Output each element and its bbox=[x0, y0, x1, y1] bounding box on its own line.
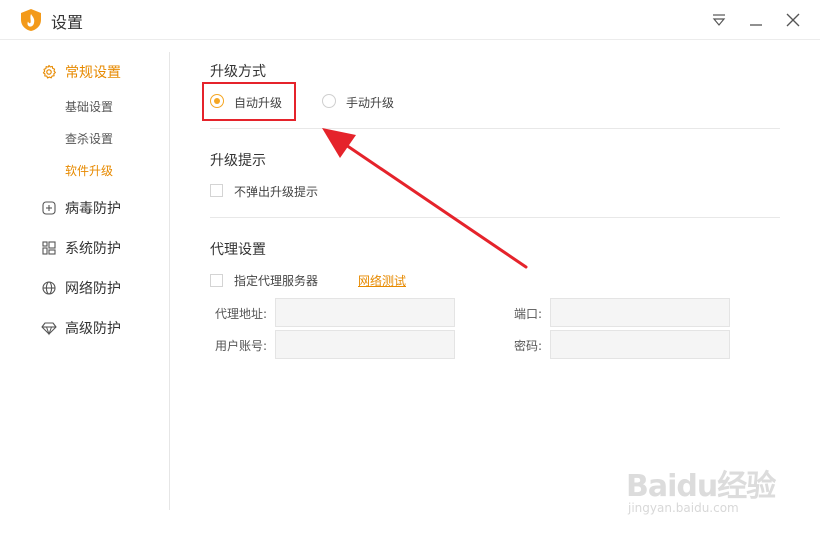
no-upgrade-prompt-checkbox[interactable] bbox=[210, 184, 223, 197]
proxy-address-input[interactable] bbox=[275, 298, 455, 327]
baidu-watermark: Baidu经验 jingyan.baidu.com bbox=[626, 449, 776, 524]
sidebar-item-network-protection[interactable]: 网络防护 bbox=[41, 278, 121, 298]
manual-upgrade-radio[interactable] bbox=[322, 94, 336, 108]
proxy-address-label: 代理地址: bbox=[215, 307, 268, 321]
manual-upgrade-label[interactable]: 手动升级 bbox=[346, 94, 394, 111]
sidebar-subitem-scan-settings[interactable]: 查杀设置 bbox=[65, 130, 113, 147]
sidebar-item-system-protection[interactable]: 系统防护 bbox=[41, 238, 121, 258]
plus-square-icon bbox=[42, 201, 56, 215]
dropdown-menu-icon[interactable] bbox=[708, 9, 730, 31]
upgrade-mode-title: 升级方式 bbox=[210, 64, 266, 80]
watermark-brand: Baidu经验 bbox=[626, 469, 776, 504]
port-input[interactable] bbox=[550, 298, 730, 327]
sidebar-item-virus-protection[interactable]: 病毒防护 bbox=[41, 198, 121, 218]
upgrade-prompt-title: 升级提示 bbox=[210, 153, 266, 169]
grid-icon bbox=[42, 241, 56, 255]
proxy-settings-title: 代理设置 bbox=[210, 242, 266, 258]
sidebar-item-advanced-protection[interactable]: 高级防护 bbox=[41, 318, 121, 338]
sidebar-item-label: 系统防护 bbox=[65, 241, 121, 257]
window-title: 设置 bbox=[51, 13, 84, 32]
globe-icon bbox=[42, 281, 56, 295]
sidebar-item-label: 病毒防护 bbox=[65, 201, 121, 217]
no-upgrade-prompt-label[interactable]: 不弹出升级提示 bbox=[234, 183, 318, 200]
gear-icon bbox=[42, 64, 56, 79]
sidebar-item-general-settings[interactable]: 常规设置 bbox=[41, 62, 121, 82]
minimize-icon[interactable] bbox=[745, 9, 767, 31]
password-input[interactable] bbox=[550, 330, 730, 359]
sidebar-item-label: 网络防护 bbox=[65, 281, 121, 297]
username-label: 用户账号: bbox=[215, 339, 268, 353]
watermark-url: jingyan.baidu.com bbox=[628, 501, 739, 515]
network-test-link[interactable]: 网络测试 bbox=[358, 272, 406, 289]
sidebar-subitem-software-upgrade[interactable]: 软件升级 bbox=[65, 162, 113, 179]
use-proxy-checkbox[interactable] bbox=[210, 274, 223, 287]
username-input[interactable] bbox=[275, 330, 455, 359]
sidebar-subitem-basic-settings[interactable]: 基础设置 bbox=[65, 98, 113, 115]
title-bar: 设置 bbox=[0, 0, 820, 40]
close-icon[interactable] bbox=[782, 9, 804, 31]
diamond-icon bbox=[41, 322, 57, 336]
password-label: 密码: bbox=[514, 339, 543, 353]
app-logo-icon bbox=[21, 9, 41, 31]
sidebar-item-label: 常规设置 bbox=[65, 65, 121, 81]
section-divider bbox=[210, 128, 780, 129]
sidebar-divider bbox=[169, 52, 170, 510]
annotation-highlight-box bbox=[202, 82, 296, 121]
sidebar-item-label: 高级防护 bbox=[65, 321, 121, 337]
use-proxy-label[interactable]: 指定代理服务器 bbox=[234, 272, 318, 289]
port-label: 端口: bbox=[514, 307, 543, 321]
section-divider bbox=[210, 217, 780, 218]
